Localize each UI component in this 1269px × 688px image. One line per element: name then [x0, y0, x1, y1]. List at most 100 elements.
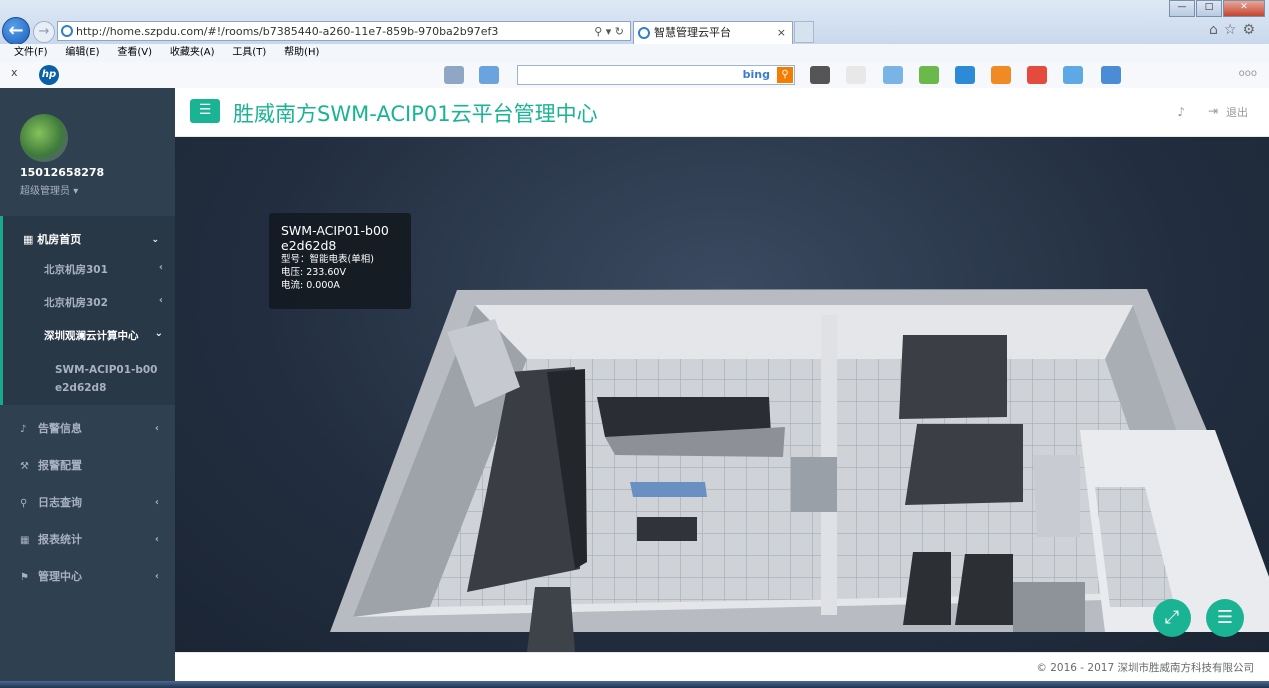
chevron-left-icon: ‹ — [158, 262, 163, 273]
avatar[interactable] — [20, 114, 68, 162]
chevron-left-icon: ‹ — [158, 295, 163, 306]
window-close-button[interactable]: ✕ — [1223, 0, 1265, 17]
mail-tool-icon[interactable] — [444, 66, 464, 84]
star-tool-icon[interactable] — [883, 66, 903, 84]
sidebar-item-alarms[interactable]: ♪ 告警信息 ‹ — [0, 410, 175, 447]
user-role[interactable]: 超级管理员 ▾ — [20, 182, 78, 197]
send-tool-icon[interactable] — [479, 66, 499, 84]
rack-block-1 — [899, 335, 1007, 419]
url-text: http://home.szpdu.com/#!/rooms/b7385440-… — [76, 25, 499, 38]
door-frame — [527, 587, 575, 652]
menu-tools[interactable]: 工具(T) — [232, 44, 266, 62]
sidebar-item-home-label: 机房首页 — [37, 233, 82, 246]
sidebar-item-alarm-config[interactable]: ⚒ 报警配置 — [0, 447, 175, 484]
footer: © 2016 - 2017 深圳市胜威南方科技有限公司 — [175, 652, 1269, 681]
nav-section-rooms: ▦ 机房首页 ⌄ 北京机房301 ‹ 北京机房302 ‹ 深圳观澜云计算中心 ⌄… — [0, 216, 175, 405]
chevron-down-icon: ⌄ — [154, 328, 163, 339]
sidebar-room-bj302[interactable]: 北京机房302 ‹ — [3, 287, 175, 320]
back-button[interactable]: ← — [2, 17, 30, 45]
plane-tool-icon[interactable] — [1027, 66, 1047, 84]
address-bar[interactable]: http://home.szpdu.com/#!/rooms/b7385440-… — [57, 21, 631, 41]
people-tool-icon[interactable] — [919, 66, 939, 84]
sidebar-item-label: 报警配置 — [38, 459, 82, 472]
page-header: ☰ 胜威南方SWM-ACIP01云平台管理中心 ♪ ⇥ 退出 — [175, 88, 1269, 137]
sidebar-room-shenzhen[interactable]: 深圳观澜云计算中心 ⌄ — [3, 320, 175, 353]
user-role-label: 超级管理员 — [20, 186, 70, 197]
ie-page-icon — [61, 25, 73, 37]
os-taskbar — [0, 681, 1269, 688]
window-controls: — □ ✕ — [1169, 0, 1265, 17]
tab-ie-icon — [638, 27, 650, 39]
menu-toggle-button[interactable]: ☰ — [190, 99, 220, 123]
datacenter-3d-view[interactable]: SWM-ACIP01-b00e2d62d8 型号：智能电表(单相) 电压: 23… — [175, 137, 1269, 652]
desk-chair — [637, 517, 697, 541]
maximize-button[interactable]: □ — [1196, 0, 1222, 17]
fire-tool-icon[interactable] — [991, 66, 1011, 84]
page-title: 胜威南方SWM-ACIP01云平台管理中心 — [233, 102, 598, 126]
tooltip-title: SWM-ACIP01-b00e2d62d8 — [281, 223, 389, 253]
room-label: 北京机房302 — [44, 297, 108, 309]
list-icon: ☰ — [1216, 607, 1234, 628]
menu-view[interactable]: 查看(V) — [117, 44, 152, 62]
chevron-down-icon: ⌄ — [151, 235, 159, 245]
chevron-left-icon: ‹ — [154, 534, 159, 545]
tab-close-icon[interactable]: × — [777, 22, 786, 43]
minimize-button[interactable]: — — [1169, 0, 1195, 17]
tab-title: 智慧管理云平台 — [654, 26, 731, 39]
forward-button[interactable]: → — [33, 21, 55, 43]
eye-tool-icon[interactable] — [846, 66, 866, 84]
menu-help[interactable]: 帮助(H) — [284, 44, 319, 62]
center-cabinet — [791, 457, 837, 512]
sidebar-item-label: 管理中心 — [38, 570, 82, 583]
browser-titlebar: ← → http://home.szpdu.com/#!/rooms/b7385… — [0, 0, 1269, 45]
chevron-left-icon: ‹ — [154, 571, 159, 582]
sidebar-item-logs[interactable]: ⚲ 日志查询 ‹ — [0, 484, 175, 521]
menu-favorites[interactable]: 收藏夹(A) — [170, 44, 215, 62]
menu-edit[interactable]: 编辑(E) — [65, 44, 99, 62]
tooltip-current: 电流: 0.000A — [281, 280, 340, 291]
search-icon: ⚲ — [20, 498, 28, 509]
sidebar-item-reports[interactable]: ▦ 报表统计 ‹ — [0, 521, 175, 558]
bell-icon: ♪ — [20, 424, 27, 435]
sidebar-device[interactable]: SWM-ACIP01-b00e2d62d8 — [3, 353, 160, 397]
rack-bottom-2 — [955, 554, 1013, 625]
username[interactable]: 15012658278 — [20, 166, 104, 179]
logout-link[interactable]: 退出 — [1226, 104, 1248, 120]
bing-search-box[interactable]: bing ⚲ — [517, 65, 795, 85]
sidebar: 15012658278 超级管理员 ▾ ▦ 机房首页 ⌄ 北京机房301 ‹ 北… — [0, 88, 175, 688]
list-button[interactable]: ☰ — [1206, 599, 1244, 637]
cloud-tool-icon[interactable] — [955, 66, 975, 84]
bird-tool-icon[interactable] — [1063, 66, 1083, 84]
sidebar-item-label: 报表统计 — [38, 533, 82, 546]
printer-tool-icon[interactable] — [810, 66, 830, 84]
bell-icon[interactable]: ♪ — [1177, 105, 1185, 119]
chevron-left-icon: ‹ — [154, 497, 159, 508]
favorites-toolbar: x hp bing ⚲ ooo — [0, 62, 1269, 89]
search-go-icon[interactable]: ⚲ — [777, 67, 793, 83]
home-star-gear-icons[interactable]: ⌂☆⚙ — [1209, 22, 1261, 38]
chevron-left-icon: ‹ — [154, 423, 159, 434]
grid-icon: ▦ — [23, 233, 34, 246]
menu-file[interactable]: 文件(F) — [14, 44, 48, 62]
sidebar-room-bj301[interactable]: 北京机房301 ‹ — [3, 254, 175, 287]
search-refresh-icon[interactable]: ⚲ ▾ ↻ — [594, 22, 624, 40]
fullscreen-button[interactable]: ⤢ — [1153, 599, 1191, 637]
room-label: 深圳观澜云计算中心 — [44, 330, 139, 342]
new-tab-button[interactable] — [794, 21, 814, 43]
room-label: 北京机房301 — [44, 264, 108, 276]
rack-block-2 — [905, 424, 1023, 505]
overflow-icon[interactable]: ooo — [1239, 68, 1257, 79]
bluestar-tool-icon[interactable] — [1101, 66, 1121, 84]
sidebar-item-home[interactable]: ▦ 机房首页 ⌄ — [3, 230, 175, 250]
hp-logo-icon[interactable]: hp — [39, 65, 59, 85]
copyright: © 2016 - 2017 深圳市胜威南方科技有限公司 — [1036, 662, 1254, 674]
browser-tab[interactable]: 智慧管理云平台 × — [633, 21, 793, 44]
bing-label: bing — [742, 68, 770, 81]
sidebar-item-management[interactable]: ⚑ 管理中心 ‹ — [0, 558, 175, 595]
sidebar-item-label: 告警信息 — [38, 422, 82, 435]
sign-out-icon[interactable]: ⇥ — [1208, 104, 1218, 118]
toolbar-close-icon[interactable]: x — [11, 66, 18, 79]
electrical-panel — [1033, 455, 1080, 537]
device-tooltip: SWM-ACIP01-b00e2d62d8 型号：智能电表(单相) 电压: 23… — [269, 213, 411, 309]
tooltip-model: 型号：智能电表(单相) — [281, 254, 374, 265]
